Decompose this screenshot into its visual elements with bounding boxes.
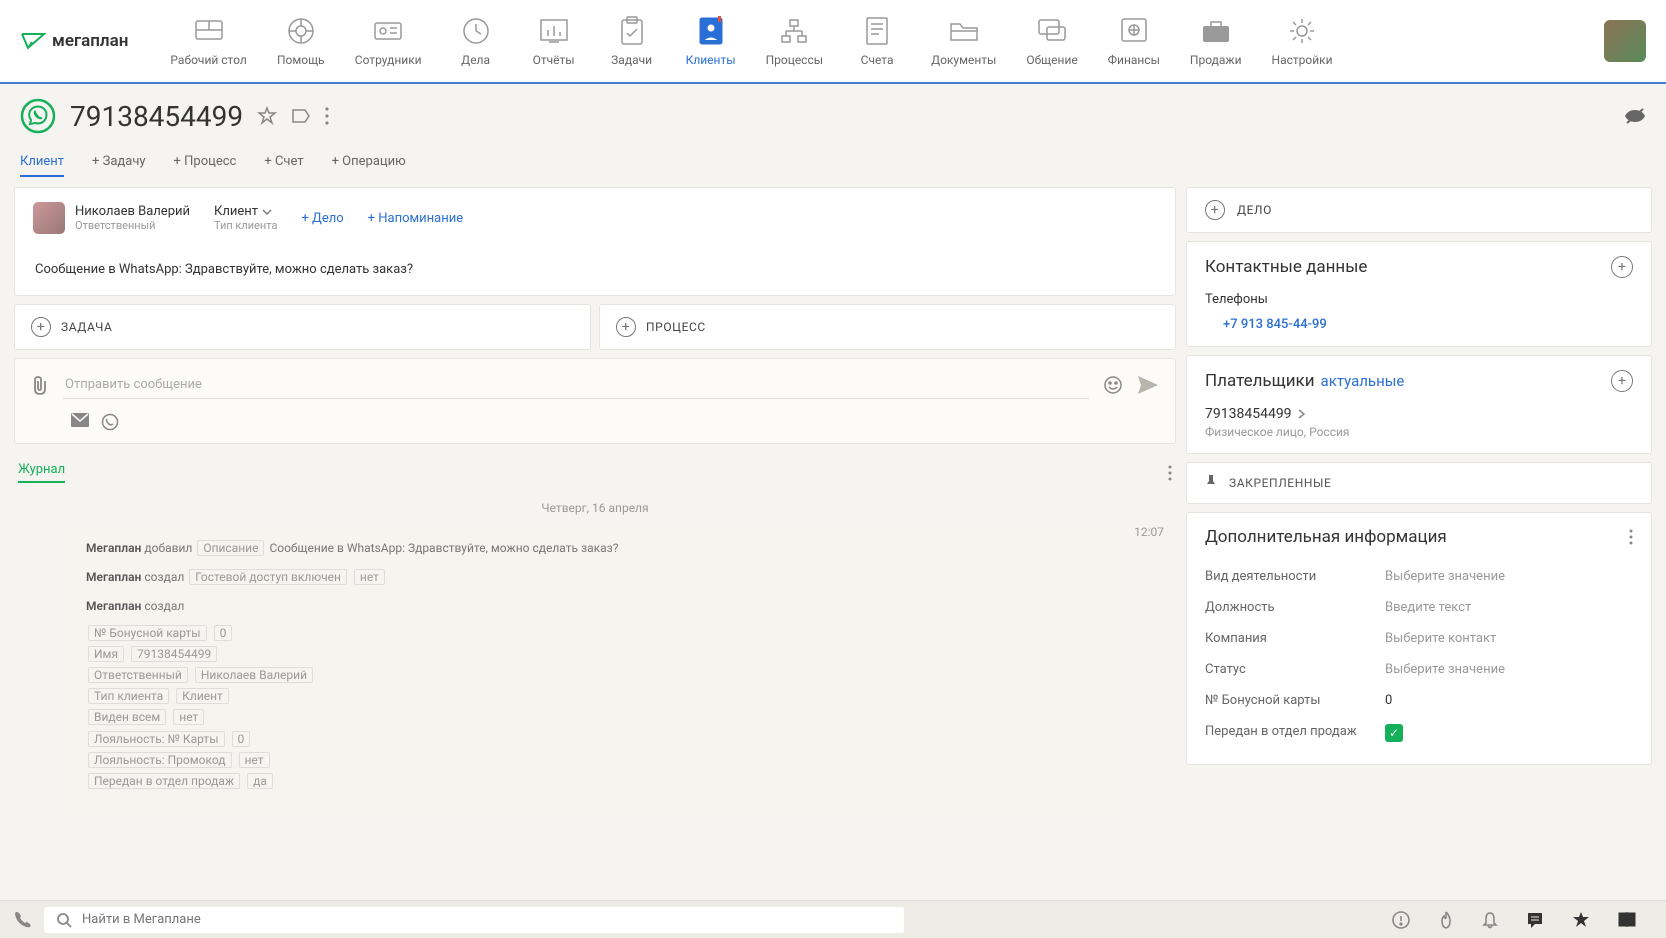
chart-icon [538, 15, 570, 47]
process-icon [778, 15, 810, 47]
user-avatar[interactable] [1604, 20, 1646, 62]
tag-icon[interactable] [291, 108, 311, 124]
pin-icon [1205, 475, 1217, 491]
tab-add-task[interactable]: + Задачу [92, 148, 146, 177]
nav-reports[interactable]: Отчёты [518, 11, 590, 71]
nav-documents[interactable]: Документы [919, 11, 1008, 71]
payer-link[interactable]: 79138454499 [1205, 406, 1305, 422]
bell-icon[interactable] [1482, 911, 1498, 929]
clock-icon [460, 15, 492, 47]
payers-title: Плательщики [1205, 371, 1315, 391]
nav-help[interactable]: Помощь [265, 11, 337, 71]
bonus-card-value[interactable]: 0 [1385, 693, 1392, 708]
create-process-button[interactable]: + ПРОЦЕСС [599, 304, 1176, 350]
message-input[interactable] [63, 371, 1089, 399]
phone-icon[interactable] [14, 911, 32, 929]
invoice-icon [861, 15, 893, 47]
nav-tasks[interactable]: Задачи [596, 11, 668, 71]
tab-add-operation[interactable]: + Операцию [332, 148, 406, 177]
plus-icon: + [1205, 200, 1225, 220]
plus-icon: + [616, 317, 636, 337]
phone-link[interactable]: +7 913 845-44-99 [1205, 317, 1633, 332]
fire-icon[interactable] [1438, 911, 1454, 929]
folder-icon [948, 15, 980, 47]
desktop-icon [193, 15, 225, 47]
tasks-icon [616, 15, 648, 47]
nav-settings[interactable]: Настройки [1260, 11, 1345, 71]
activity-select[interactable]: Выберите значение [1385, 569, 1505, 584]
add-payer-icon[interactable]: + [1611, 370, 1633, 392]
global-search[interactable] [44, 907, 904, 933]
messages-icon[interactable] [1526, 911, 1544, 929]
position-input[interactable]: Введите текст [1385, 600, 1471, 615]
nav-processes[interactable]: Процессы [754, 11, 836, 71]
briefcase-icon [1200, 15, 1232, 47]
add-contact-icon[interactable]: + [1611, 256, 1633, 278]
clients-icon [695, 15, 727, 47]
search-input[interactable] [82, 912, 892, 927]
nav-desktop[interactable]: Рабочий стол [158, 11, 258, 71]
whatsapp-channel-icon[interactable] [101, 413, 119, 431]
safe-icon [1118, 15, 1150, 47]
emoji-icon[interactable] [1103, 375, 1123, 395]
gear-icon [1286, 15, 1318, 47]
nav-accounts[interactable]: Счета [841, 11, 913, 71]
send-icon[interactable] [1137, 375, 1159, 395]
page-title: 79138454499 [70, 100, 243, 133]
journal-entry: 12:07 Мегаплан добавил Описание Сообщени… [68, 525, 1122, 816]
plus-icon: + [31, 317, 51, 337]
owner-avatar[interactable] [33, 202, 65, 234]
app-name: мегаплан [52, 31, 128, 51]
payers-mode[interactable]: актуальные [1321, 372, 1405, 390]
whatsapp-icon [20, 98, 56, 134]
app-logo[interactable]: мегаплан [20, 30, 128, 52]
alert-icon[interactable] [1392, 911, 1410, 929]
email-channel-icon[interactable] [71, 413, 89, 427]
more-icon[interactable] [325, 107, 329, 125]
sales-checkbox[interactable]: ✓ [1385, 724, 1403, 742]
journal-time: 12:07 [1134, 525, 1164, 539]
owner-name[interactable]: Николаев Валерий [75, 204, 190, 219]
status-select[interactable]: Выберите значение [1385, 662, 1505, 677]
client-type-selector[interactable]: Клиент Тип клиента [214, 204, 277, 232]
create-task-button[interactable]: + ЗАДАЧА [14, 304, 591, 350]
tab-add-process[interactable]: + Процесс [174, 148, 237, 177]
attach-icon[interactable] [31, 375, 49, 395]
chevron-down-icon [262, 209, 272, 215]
add-reminder-link[interactable]: + Напоминание [368, 211, 463, 226]
employees-icon [372, 15, 404, 47]
notes-icon[interactable] [1618, 911, 1636, 927]
help-icon [285, 15, 317, 47]
nav-sales[interactable]: Продажи [1178, 11, 1254, 71]
nav-finance[interactable]: Финансы [1096, 11, 1172, 71]
payer-subtitle: Физическое лицо, Россия [1205, 425, 1633, 439]
extra-info-title: Дополнительная информация [1205, 527, 1447, 547]
favorites-icon[interactable] [1572, 911, 1590, 929]
tab-add-account[interactable]: + Счет [264, 148, 303, 177]
create-deal-button[interactable]: + ДЕЛО [1186, 187, 1652, 233]
journal-more-icon[interactable] [1168, 465, 1172, 481]
owner-role: Ответственный [75, 219, 190, 232]
main-nav: Рабочий стол Помощь Сотрудники Дела Отчё… [158, 11, 1604, 71]
phones-label: Телефоны [1205, 292, 1633, 307]
chevron-right-icon [1298, 409, 1305, 419]
star-icon[interactable] [257, 106, 277, 126]
nav-chat[interactable]: Общение [1014, 11, 1089, 71]
search-icon [56, 912, 72, 928]
chat-icon [1036, 15, 1068, 47]
nav-deals[interactable]: Дела [440, 11, 512, 71]
journal-tab[interactable]: Журнал [18, 462, 65, 483]
add-deal-link[interactable]: + Дело [301, 211, 343, 226]
visibility-icon[interactable] [1624, 107, 1646, 125]
tab-client[interactable]: Клиент [20, 148, 64, 177]
contacts-title: Контактные данные [1205, 257, 1367, 277]
pinned-section[interactable]: ЗАКРЕПЛЕННЫЕ [1205, 475, 1633, 491]
extra-more-icon[interactable] [1629, 529, 1633, 545]
nav-employees[interactable]: Сотрудники [343, 11, 434, 71]
whatsapp-message: Сообщение в WhatsApp: Здравствуйте, можн… [33, 258, 1157, 281]
company-select[interactable]: Выберите контакт [1385, 631, 1496, 646]
journal-date: Четверг, 16 апреля [14, 491, 1176, 525]
nav-clients[interactable]: Клиенты [674, 11, 748, 71]
